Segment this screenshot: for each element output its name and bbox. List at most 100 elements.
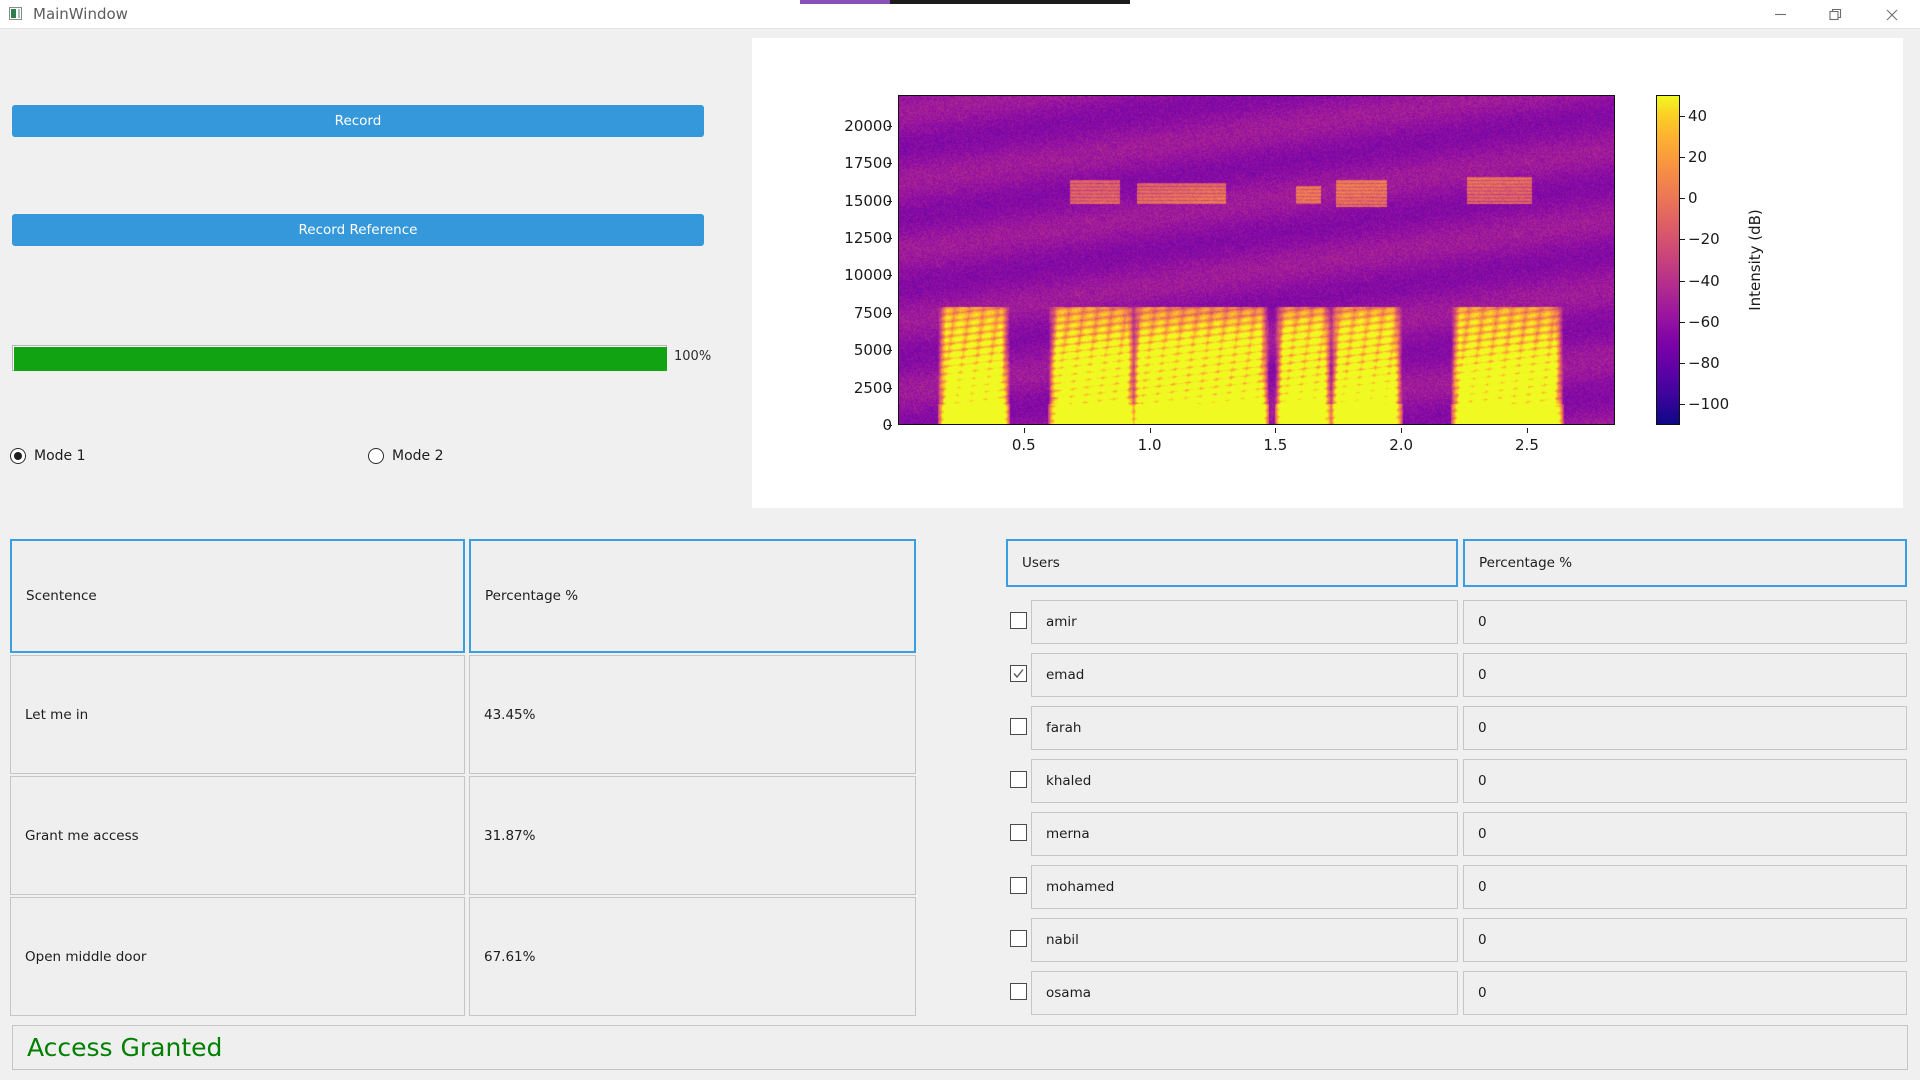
y-axis-tick-mark (887, 200, 892, 202)
user-name-cell[interactable]: merna (1031, 812, 1458, 856)
colorbar-tick-mark (1680, 404, 1685, 406)
user-percentage-cell[interactable]: 0 (1463, 600, 1907, 644)
colorbar-tick-label: −80 (1688, 354, 1720, 373)
sentence-cell[interactable]: Open middle door (10, 897, 465, 1016)
title-bar: MainWindow (0, 0, 1920, 29)
x-axis-tick-mark (1275, 428, 1277, 433)
x-axis-tick-mark (1401, 428, 1403, 433)
radio-mode-2-label: Mode 2 (392, 448, 444, 464)
colorbar-tick-label: −60 (1688, 312, 1720, 331)
user-name-cell[interactable]: nabil (1031, 918, 1458, 962)
y-axis-tick-mark (887, 387, 892, 389)
y-axis-tick-label: 12500 (844, 228, 892, 247)
user-name-cell[interactable]: amir (1031, 600, 1458, 644)
radio-mode-1[interactable]: Mode 1 (10, 448, 86, 464)
x-axis-tick-label: 1.0 (1137, 436, 1162, 454)
y-axis-tick-mark (887, 163, 892, 165)
progress-bar: 100% (12, 345, 711, 371)
sentence-cell[interactable]: Grant me access (10, 776, 465, 895)
y-axis-tick-mark (887, 312, 892, 314)
main-content: Record Record Reference 100% Mode 1 Mode… (0, 29, 1920, 1080)
progress-fill (14, 347, 667, 371)
y-axis-ticks: 0 2500 5000 7500 10000 12500 15000 17500 20000 (802, 95, 892, 434)
user-checkbox[interactable] (1010, 771, 1027, 788)
window-controls (1752, 0, 1920, 29)
radio-dot-icon (368, 448, 384, 464)
colorbar-gradient (1656, 95, 1680, 425)
sentence-percentage-cell[interactable]: 43.45% (469, 655, 916, 774)
accent-segment (800, 0, 890, 4)
minimize-button[interactable] (1752, 0, 1808, 29)
user-checkbox[interactable] (1010, 612, 1027, 629)
y-axis-tick-mark (887, 125, 892, 127)
user-name-cell[interactable]: osama (1031, 971, 1458, 1015)
y-axis-tick-label: 15000 (844, 191, 892, 210)
y-axis-tick-mark (887, 275, 892, 277)
y-axis-tick-label: 20000 (844, 116, 892, 135)
colorbar-tick-mark (1680, 156, 1685, 158)
colorbar-tick-mark (1680, 239, 1685, 241)
radio-dot-icon (10, 448, 26, 464)
x-axis-tick-mark (1526, 428, 1528, 433)
user-checkbox[interactable] (1010, 877, 1027, 894)
spectrogram-image (898, 95, 1615, 425)
window-title: MainWindow (33, 5, 128, 23)
colorbar-label: Intensity (dB) (1746, 209, 1764, 311)
user-checkbox[interactable] (1010, 930, 1027, 947)
colorbar-tick-label: −20 (1688, 230, 1720, 249)
users-column-header[interactable]: Users (1006, 539, 1458, 587)
x-axis-tick-mark (1023, 428, 1025, 433)
close-button[interactable] (1864, 0, 1920, 29)
colorbar-tick-label: −100 (1688, 395, 1730, 414)
colorbar-tick-label: 0 (1688, 189, 1698, 208)
check-icon (1013, 669, 1024, 679)
user-name-cell[interactable]: mohamed (1031, 865, 1458, 909)
app-icon (9, 6, 24, 22)
user-percentage-cell[interactable]: 0 (1463, 812, 1907, 856)
user-checkbox[interactable] (1010, 718, 1027, 735)
user-name-cell[interactable]: emad (1031, 653, 1458, 697)
colorbar-tick-mark (1680, 198, 1685, 200)
user-checkbox[interactable] (1010, 824, 1027, 841)
user-percentage-cell[interactable]: 0 (1463, 971, 1907, 1015)
maximize-button[interactable] (1808, 0, 1864, 29)
progress-label: 100% (674, 349, 712, 364)
user-percentage-cell[interactable]: 0 (1463, 706, 1907, 750)
radio-mode-1-label: Mode 1 (34, 448, 86, 464)
user-percentage-cell[interactable]: 0 (1463, 918, 1907, 962)
user-percentage-cell[interactable]: 0 (1463, 865, 1907, 909)
y-axis-tick-mark (887, 350, 892, 352)
status-bar: Access Granted (12, 1025, 1908, 1070)
x-axis-tick-label: 1.5 (1263, 436, 1288, 454)
sentence-percentage-cell[interactable]: 31.87% (469, 776, 916, 895)
colorbar-tick-mark (1680, 363, 1685, 365)
x-axis-tick-mark (1149, 428, 1151, 433)
user-checkbox[interactable] (1010, 983, 1027, 1000)
status-message: Access Granted (27, 1033, 223, 1062)
user-percentage-cell[interactable]: 0 (1463, 759, 1907, 803)
user-percentage-cell[interactable]: 0 (1463, 653, 1907, 697)
sentence-percentage-cell[interactable]: 67.61% (469, 897, 916, 1016)
x-axis-tick-label: 2.0 (1389, 436, 1414, 454)
y-axis-tick-label: 10000 (844, 266, 892, 285)
sentence-column-header[interactable]: Scentence (10, 539, 465, 653)
progress-track (12, 345, 667, 371)
record-reference-button[interactable]: Record Reference (12, 214, 704, 246)
x-axis-tick-label: 2.5 (1515, 436, 1539, 454)
users-percentage-column-header[interactable]: Percentage % (1463, 539, 1907, 587)
y-axis-tick-label: 17500 (844, 154, 892, 173)
colorbar-tick-mark (1680, 115, 1685, 117)
colorbar-tick-label: 40 (1688, 106, 1708, 125)
user-name-cell[interactable]: farah (1031, 706, 1458, 750)
colorbar-tick-label: −40 (1688, 271, 1720, 290)
radio-mode-2[interactable]: Mode 2 (368, 448, 444, 464)
user-name-cell[interactable]: khaled (1031, 759, 1458, 803)
mode-radio-group: Mode 1 Mode 2 (10, 448, 702, 470)
sentence-cell[interactable]: Let me in (10, 655, 465, 774)
percentage-column-header[interactable]: Percentage % (469, 539, 916, 653)
colorbar-tick-mark (1680, 280, 1685, 282)
record-button[interactable]: Record (12, 105, 704, 137)
colorbar-ticks: 40 20 0 −20 −40 −60 −80 −100 (1680, 95, 1750, 425)
user-checkbox[interactable] (1010, 665, 1027, 682)
y-axis-tick-mark (887, 425, 892, 426)
